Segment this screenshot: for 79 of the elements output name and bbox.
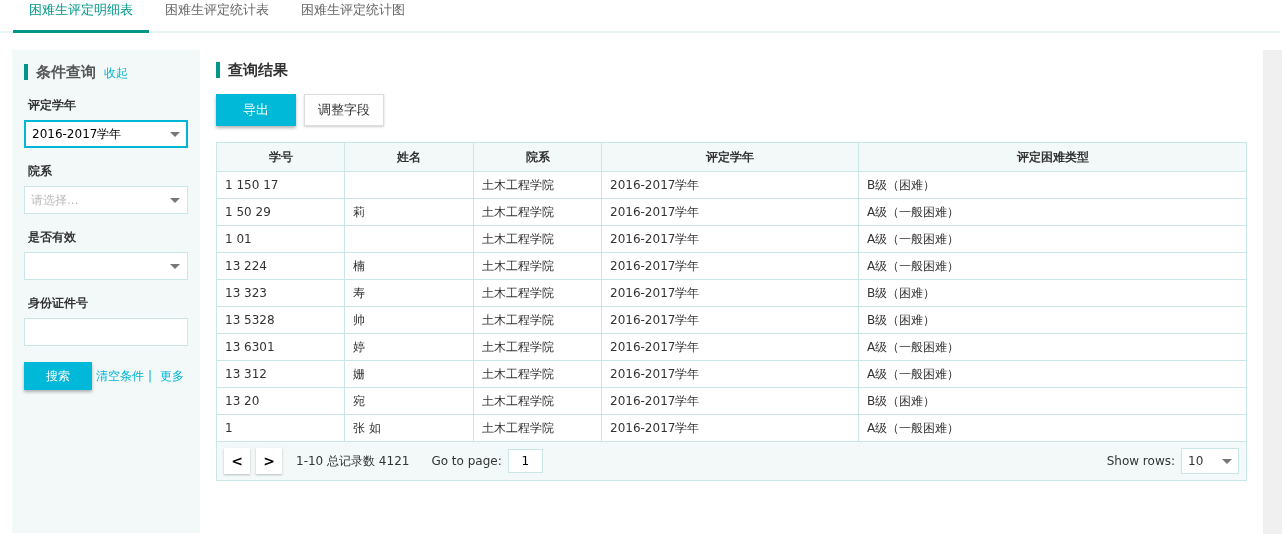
table-cell: 1 01	[225, 232, 252, 246]
table-cell: 13 323	[225, 286, 267, 300]
table-cell: 1 150 17	[225, 178, 279, 192]
select-field[interactable]: 请选择...	[24, 186, 188, 214]
table-cell: 婷	[353, 340, 365, 354]
table-cell: 2016-2017学年	[610, 286, 700, 300]
caret-icon	[1222, 458, 1232, 464]
field-label: 是否有效	[28, 229, 77, 246]
table-cell: 土木工程学院	[482, 259, 554, 273]
table-cell: B级（困难）	[867, 394, 936, 408]
tab[interactable]: 困难生评定统计图	[285, 0, 421, 33]
table-cell: 土木工程学院	[482, 286, 554, 300]
table-cell: A级（一般困难）	[867, 340, 960, 354]
table-cell: 土木工程学院	[482, 313, 554, 327]
field-label: 评定学年	[28, 97, 77, 114]
goto-label: Go to page:	[431, 453, 502, 470]
record-summary: 1-10 总记录数 4121	[296, 453, 410, 470]
table-cell: 张 如	[353, 421, 381, 435]
next-page-button[interactable]: >	[256, 448, 282, 474]
select-field[interactable]	[24, 252, 188, 280]
table-cell: 1	[225, 421, 233, 435]
table-cell: 土木工程学院	[482, 421, 554, 435]
rows-label: Show rows:	[1106, 453, 1175, 470]
table-cell: 土木工程学院	[482, 394, 554, 408]
caret-icon	[170, 264, 180, 269]
table-cell: 2016-2017学年	[610, 205, 700, 219]
table-cell: B级（困难）	[867, 286, 936, 300]
table-cell: A级（一般困难）	[867, 367, 960, 381]
table-cell: 2016-2017学年	[610, 340, 700, 354]
table-cell: B级（困难）	[867, 313, 936, 327]
column-header: 评定学年	[601, 142, 859, 172]
field-label: 院系	[28, 163, 53, 180]
input-field[interactable]	[24, 318, 188, 346]
table-cell: 寿	[353, 286, 365, 300]
table-cell: A级（一般困难）	[867, 205, 960, 219]
table-cell: 1 50 29	[225, 205, 271, 219]
column-header: 评定困难类型	[858, 142, 1247, 172]
table-cell: 莉	[353, 205, 365, 219]
table-cell: 13 6301	[225, 340, 275, 354]
table-cell: 2016-2017学年	[610, 178, 700, 192]
column-header: 姓名	[344, 142, 474, 172]
tab[interactable]: 困难生评定统计表	[149, 0, 285, 33]
table-cell: B级（困难）	[867, 178, 936, 192]
previous-page-button[interactable]: <	[224, 448, 250, 474]
tab[interactable]: 困难生评定明细表	[13, 0, 149, 33]
table-cell: 2016-2017学年	[610, 259, 700, 273]
select-field[interactable]: 2016-2017学年	[24, 120, 188, 148]
rows-select[interactable]: 10	[1181, 448, 1239, 474]
table-cell: 土木工程学院	[482, 340, 554, 354]
table-cell: 2016-2017学年	[610, 232, 700, 246]
table-cell: 宛	[353, 394, 365, 408]
table-cell: 姗	[353, 367, 365, 381]
adjust-fields-button[interactable]: 调整字段	[304, 94, 384, 126]
table-cell: 楠	[353, 259, 365, 273]
table-cell: A级（一般困难）	[867, 259, 960, 273]
table-cell: 2016-2017学年	[610, 313, 700, 327]
field-label: 身份证件号	[28, 295, 89, 312]
table-cell: A级（一般困难）	[867, 421, 960, 435]
page-input[interactable]: 1	[507, 449, 543, 473]
table-cell: 13 5328	[225, 313, 275, 327]
table-cell: 土木工程学院	[482, 178, 554, 192]
table-cell: A级（一般困难）	[867, 232, 960, 246]
table-cell: 2016-2017学年	[610, 421, 700, 435]
table-cell: 13 312	[225, 367, 267, 381]
caret-icon	[170, 198, 180, 203]
panel-title: 条件查询	[24, 64, 96, 80]
table-cell: 13 224	[225, 259, 267, 273]
column-header: 学号	[216, 142, 345, 172]
table-cell: 土木工程学院	[482, 205, 554, 219]
table-cell: 2016-2017学年	[610, 394, 700, 408]
table-cell: 2016-2017学年	[610, 367, 700, 381]
caret-icon	[170, 132, 180, 137]
column-header: 院系	[473, 142, 602, 172]
table-cell: 土木工程学院	[482, 232, 554, 246]
table-cell: 帅	[353, 313, 365, 327]
table-cell: 土木工程学院	[482, 367, 554, 381]
table-cell: 13 20	[225, 394, 260, 408]
separator: |	[148, 368, 153, 385]
section-title: 查询结果	[216, 62, 1247, 78]
